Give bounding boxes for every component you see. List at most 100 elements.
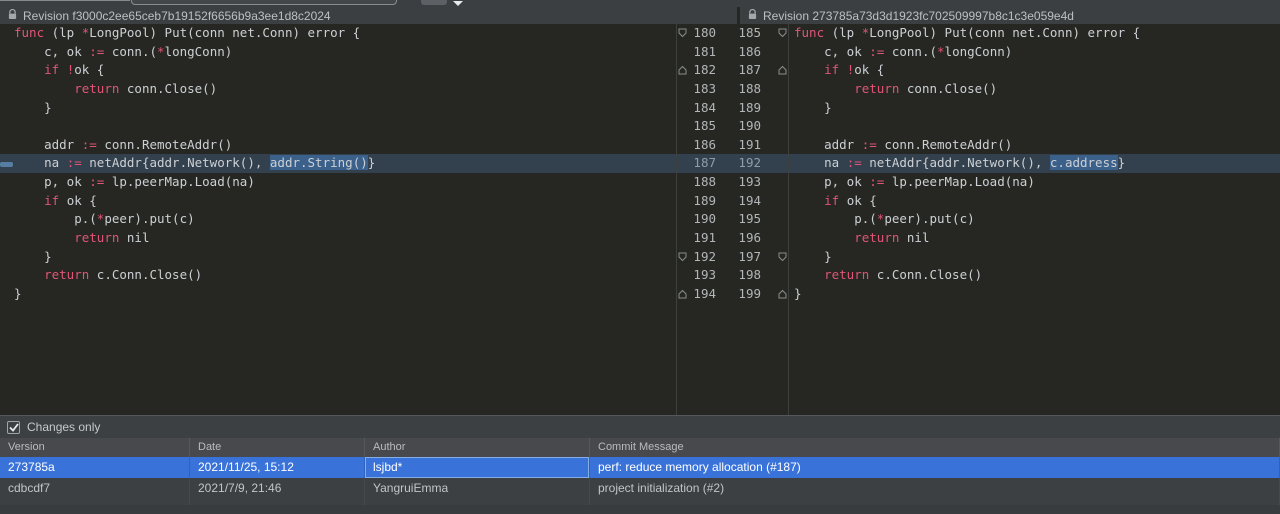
code-line[interactable]: p, ok := lp.peerMap.Load(na)	[789, 173, 1280, 192]
gutter-row: 194199	[677, 285, 788, 304]
code-line[interactable]: func (lp *LongPool) Put(conn net.Conn) e…	[789, 24, 1280, 43]
code-line[interactable]: p.(*peer).put(c)	[789, 210, 1280, 229]
right-line-number: 192	[716, 154, 761, 173]
fold-up-icon[interactable]	[778, 289, 787, 299]
right-line-number: 190	[716, 117, 761, 136]
changed-text-highlight: addr.String()	[270, 155, 368, 170]
code-line[interactable]: return c.Conn.Close()	[0, 266, 676, 285]
history-row[interactable]: cdbcdf72021/7/9, 21:46YangruiEmmaproject…	[0, 478, 1280, 499]
code-line[interactable]: }	[789, 285, 1280, 304]
top-toolbar	[0, 0, 1280, 7]
cell-date[interactable]: 2021/11/25, 15:12	[190, 457, 365, 478]
cell-author[interactable]: lsjbd*	[365, 457, 590, 478]
right-revision-title: Revision 273785a73d3d1923fc702509997b8c1…	[763, 9, 1074, 23]
code-line[interactable]: }	[0, 248, 676, 267]
code-line[interactable]	[0, 117, 676, 136]
code-line[interactable]: p.(*peer).put(c)	[0, 210, 676, 229]
fold-down-icon[interactable]	[678, 252, 687, 262]
gutter-row: 191196	[677, 229, 788, 248]
lock-icon	[8, 9, 17, 23]
history-table: VersionDateAuthorCommit Message 273785a2…	[0, 438, 1280, 505]
diff-code-area: func (lp *LongPool) Put(conn net.Conn) e…	[0, 24, 1280, 415]
gutter-row: 180185	[677, 24, 788, 43]
cell-message[interactable]: perf: reduce memory allocation (#187)	[590, 457, 1280, 478]
changed-text-highlight: c.address	[1050, 155, 1118, 170]
code-line[interactable]: na := netAddr{addr.Network(), c.address}	[789, 154, 1280, 173]
code-line[interactable]: return conn.Close()	[789, 80, 1280, 99]
gutter-row: 193198	[677, 266, 788, 285]
right-line-number: 199	[716, 285, 761, 304]
changes-only-checkbox[interactable]	[7, 421, 20, 434]
bottom-panel-edge	[0, 505, 1280, 514]
toolbar-input-cutoff[interactable]	[131, 0, 397, 5]
column-header-date[interactable]: Date	[190, 438, 365, 457]
history-row[interactable]: 273785a2021/11/25, 15:12lsjbd*perf: redu…	[0, 457, 1280, 478]
code-line[interactable]: return nil	[0, 229, 676, 248]
code-line[interactable]: p, ok := lp.peerMap.Load(na)	[0, 173, 676, 192]
code-line[interactable]: }	[789, 99, 1280, 118]
column-header-version[interactable]: Version	[0, 438, 190, 457]
code-line[interactable]: addr := conn.RemoteAddr()	[0, 136, 676, 155]
left-line-number: 181	[677, 43, 716, 62]
fold-down-icon[interactable]	[678, 28, 687, 38]
code-line[interactable]: if !ok {	[789, 61, 1280, 80]
code-line[interactable]: }	[789, 248, 1280, 267]
code-line[interactable]	[789, 117, 1280, 136]
fold-up-icon[interactable]	[678, 289, 687, 299]
code-line[interactable]: na := netAddr{addr.Network(), addr.Strin…	[0, 154, 676, 173]
code-line[interactable]: }	[0, 99, 676, 118]
code-line[interactable]: c, ok := conn.(*longConn)	[0, 43, 676, 62]
chevron-down-icon[interactable]	[453, 1, 463, 6]
code-line[interactable]: if !ok {	[0, 61, 676, 80]
code-line[interactable]: return nil	[789, 229, 1280, 248]
right-line-number: 194	[716, 192, 761, 211]
code-line[interactable]: }	[0, 285, 676, 304]
gutter-row: 192197	[677, 248, 788, 267]
cell-version[interactable]: cdbcdf7	[0, 478, 190, 499]
right-line-number: 193	[716, 173, 761, 192]
changes-only-label: Changes only	[27, 420, 100, 434]
right-line-number: 188	[716, 80, 761, 99]
right-line-number: 191	[716, 136, 761, 155]
code-line[interactable]: return conn.Close()	[0, 80, 676, 99]
code-line[interactable]: return c.Conn.Close()	[789, 266, 1280, 285]
code-line[interactable]: if ok {	[0, 192, 676, 211]
gutter-row: 181186	[677, 43, 788, 62]
left-line-number: 185	[677, 117, 716, 136]
gutter-row: 182187	[677, 61, 788, 80]
code-line[interactable]: c, ok := conn.(*longConn)	[789, 43, 1280, 62]
right-line-number: 196	[716, 229, 761, 248]
left-line-number: 186	[677, 136, 716, 155]
left-editor-pane[interactable]: func (lp *LongPool) Put(conn net.Conn) e…	[0, 24, 676, 304]
cell-message[interactable]: project initialization (#2)	[590, 478, 1280, 499]
gutter-row: 184189	[677, 99, 788, 118]
column-header-commit-message[interactable]: Commit Message	[590, 438, 1280, 457]
fold-down-icon[interactable]	[778, 28, 787, 38]
left-line-number: 188	[677, 173, 716, 192]
toolbar-button-cutoff[interactable]	[421, 0, 447, 5]
cell-author[interactable]: YangruiEmma	[365, 478, 590, 499]
gutter-row: 186191	[677, 136, 788, 155]
cell-date[interactable]: 2021/7/9, 21:46	[190, 478, 365, 499]
left-line-number: 183	[677, 80, 716, 99]
history-table-header: VersionDateAuthorCommit Message	[0, 438, 1280, 457]
cell-version[interactable]: 273785a	[0, 457, 190, 478]
fold-up-icon[interactable]	[678, 65, 687, 75]
fold-up-icon[interactable]	[778, 65, 787, 75]
column-header-author[interactable]: Author	[365, 438, 590, 457]
right-line-number: 185	[716, 24, 761, 43]
code-line[interactable]: addr := conn.RemoteAddr()	[789, 136, 1280, 155]
left-line-number: 191	[677, 229, 716, 248]
left-line-number: 193	[677, 266, 716, 285]
right-line-number: 195	[716, 210, 761, 229]
fold-down-icon[interactable]	[778, 252, 787, 262]
code-line[interactable]: func (lp *LongPool) Put(conn net.Conn) e…	[0, 24, 676, 43]
code-line[interactable]: if ok {	[789, 192, 1280, 211]
left-revision-title: Revision f3000c2ee65ceb7b19152f6656b9a3e…	[23, 9, 331, 23]
right-revision-header: Revision 273785a73d3d1923fc702509997b8c1…	[740, 7, 1280, 24]
diff-window: Revision f3000c2ee65ceb7b19152f6656b9a3e…	[0, 0, 1280, 514]
change-marker	[0, 162, 13, 167]
right-editor-pane[interactable]: func (lp *LongPool) Put(conn net.Conn) e…	[789, 24, 1280, 304]
left-revision-header: Revision f3000c2ee65ceb7b19152f6656b9a3e…	[0, 7, 737, 24]
right-line-number: 187	[716, 61, 761, 80]
